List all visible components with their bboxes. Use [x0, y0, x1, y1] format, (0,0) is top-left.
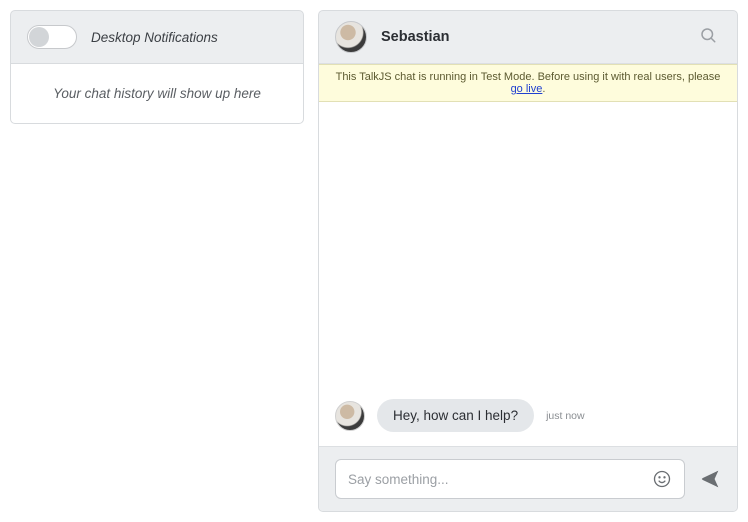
chat-contact-name: Sebastian: [381, 29, 681, 45]
emoji-button[interactable]: [652, 469, 672, 489]
history-empty-message: Your chat history will show up here: [21, 86, 293, 101]
test-mode-banner: This TalkJS chat is running in Test Mode…: [319, 64, 737, 102]
history-panel: Your chat history will show up here: [10, 64, 304, 124]
search-icon: [699, 26, 717, 44]
send-button[interactable]: [699, 468, 721, 490]
chat-header: Sebastian: [319, 11, 737, 64]
banner-prefix: This TalkJS chat is running in Test Mode…: [336, 71, 721, 83]
emoji-icon: [652, 469, 672, 489]
message-timestamp: just now: [546, 410, 585, 422]
sidebar: Desktop Notifications Your chat history …: [10, 10, 304, 512]
toggle-knob: [29, 27, 49, 47]
go-live-link[interactable]: go live: [511, 83, 543, 95]
chat-window: Sebastian This TalkJS chat is running in…: [318, 10, 738, 512]
avatar: [335, 401, 365, 431]
message-row: Hey, how can I help? just now: [335, 399, 721, 432]
notifications-label: Desktop Notifications: [91, 30, 218, 45]
search-button[interactable]: [695, 22, 721, 53]
message-bubble: Hey, how can I help?: [377, 399, 534, 432]
send-icon: [699, 468, 721, 490]
message-input[interactable]: [348, 472, 652, 487]
input-wrap: [335, 459, 685, 499]
notifications-toggle[interactable]: [27, 25, 77, 49]
messages-area: Hey, how can I help? just now: [319, 102, 737, 446]
notifications-bar: Desktop Notifications: [10, 10, 304, 64]
avatar: [335, 21, 367, 53]
banner-suffix: .: [542, 83, 545, 95]
composer: [319, 446, 737, 511]
